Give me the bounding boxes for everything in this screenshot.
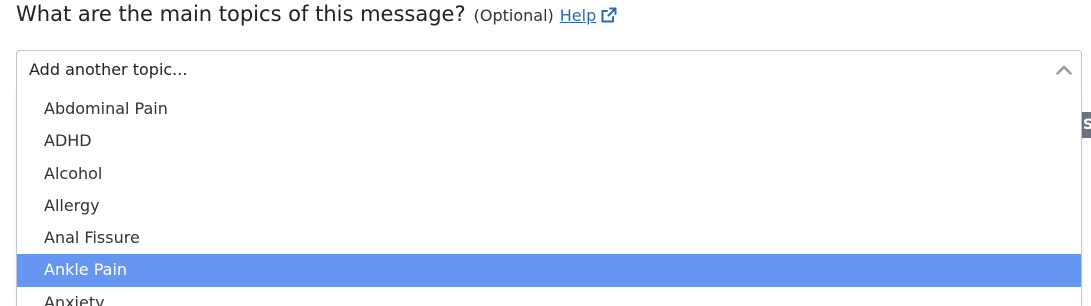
topic-option-alcohol[interactable]: Alcohol <box>17 158 1081 190</box>
topic-option-anal-fissure[interactable]: Anal Fissure <box>17 222 1081 254</box>
topic-dropdown-list[interactable]: Abdominal Pain ADHD Alcohol Allergy Anal… <box>16 88 1082 306</box>
topic-select[interactable]: Add another topic... <box>16 50 1082 88</box>
topic-option-abdominal-pain[interactable]: Abdominal Pain <box>17 93 1081 125</box>
topic-option-anxiety[interactable]: Anxiety <box>17 287 1081 306</box>
help-link[interactable]: Help <box>560 6 596 25</box>
topic-select-placeholder[interactable]: Add another topic... <box>29 60 187 79</box>
topic-option-adhd[interactable]: ADHD <box>17 125 1081 157</box>
topics-question: What are the main topics of this message… <box>16 2 617 36</box>
question-label: What are the main topics of this message… <box>16 2 466 26</box>
topic-option-ankle-pain[interactable]: Ankle Pain <box>17 254 1081 287</box>
optional-label: (Optional) <box>473 6 554 25</box>
chevron-up-icon[interactable] <box>1055 61 1073 79</box>
external-link-icon[interactable] <box>601 7 617 23</box>
background-badge: S <box>1082 112 1091 138</box>
topic-option-allergy[interactable]: Allergy <box>17 190 1081 222</box>
